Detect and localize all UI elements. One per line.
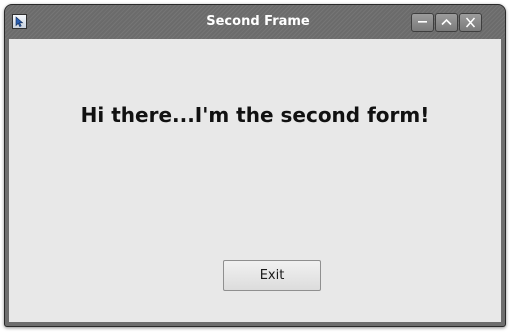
close-icon: [465, 17, 476, 28]
greeting-label: Hi there...I'm the second form!: [80, 103, 430, 127]
application-window: Second Frame Hi there...I'm the second f…: [4, 4, 506, 327]
maximize-icon: [441, 18, 452, 26]
content-panel: Hi there...I'm the second form! Exit: [9, 39, 501, 322]
minimize-button[interactable]: [411, 13, 434, 32]
close-button[interactable]: [459, 13, 482, 32]
exit-button[interactable]: Exit: [223, 260, 321, 291]
minimize-icon: [418, 21, 427, 23]
maximize-button[interactable]: [435, 13, 458, 32]
title-bar[interactable]: Second Frame: [5, 5, 505, 39]
